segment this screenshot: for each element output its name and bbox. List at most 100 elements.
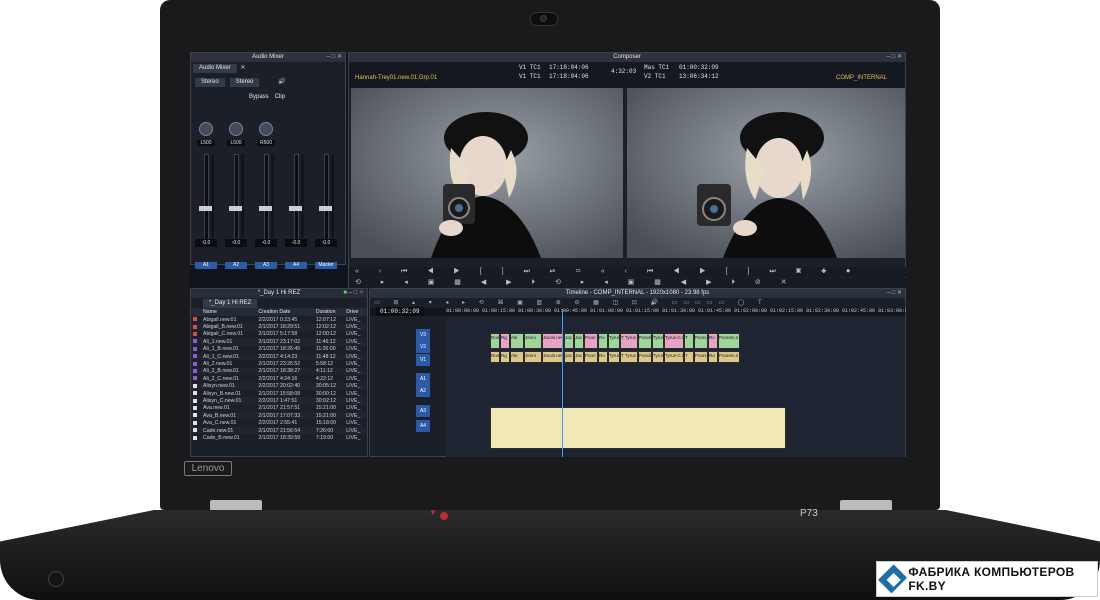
audio-clip[interactable]: Tyrus [652, 351, 664, 363]
bin-row[interactable]: Cade_B.new.01 2/1/2017 18:39:59 7:19:00 LIV… [191, 434, 367, 441]
fader-track[interactable] [294, 154, 299, 240]
bin-row[interactable]: Ali_1_B.new.01 2/1/2017 18:26:45 11:36:00 L… [191, 346, 367, 353]
video-clip[interactable]: Jac [564, 333, 574, 349]
track-label[interactable]: A3 [416, 405, 430, 417]
channel-label[interactable]: A3 [255, 262, 277, 269]
fader-handle[interactable] [229, 206, 242, 212]
tab-bin[interactable]: *_Day 1 Hi REZ [203, 299, 258, 308]
audio-clip[interactable]: Ponoln [638, 351, 652, 363]
bin-row[interactable]: Cade.new.01 2/1/2017 21:56:54 7:26:00 LIVE_ [191, 426, 367, 435]
bin-row[interactable]: Ali_2_B.new.01 2/1/2017 18:38:27 4:11:12 LI… [191, 367, 367, 376]
bin-row[interactable]: Abigail_B.new.01 2/1/2017 18:29:51 12:02:1… [191, 323, 367, 331]
audio-clip[interactable]: Pooni [694, 351, 708, 363]
source-monitor[interactable] [351, 88, 623, 258]
fader-handle[interactable] [199, 206, 212, 212]
fader-track[interactable] [204, 154, 209, 240]
video-clip[interactable]: Jenni [524, 333, 542, 349]
audio-clip[interactable]: Jac [564, 351, 574, 363]
audio-clip-a3-a4[interactable] [490, 407, 786, 449]
video-clip[interactable]: Ro [708, 333, 718, 349]
bin-row[interactable]: Ava.new.01 2/1/2017 21:57:51 15:21:00 LIVE_ [191, 405, 367, 412]
fader-handle[interactable] [319, 206, 332, 212]
bin-row[interactable]: Ali_2.new.01 2/1/2017 23:26:52 5:58:12 LIVE… [191, 360, 367, 367]
video-clip[interactable]: Tyrus [608, 333, 620, 349]
pan-knob[interactable] [259, 122, 273, 136]
bin-row[interactable]: Alisyn.new.01 2/2/2017 20:02:40 30:05:12 LI… [191, 382, 367, 390]
audio-clip[interactable]: Rg [500, 351, 510, 363]
bin-row[interactable]: Ali_2_C.new.01 2/2/2017 4:24:16 4:22:12 LIV… [191, 375, 367, 382]
column-header-drive[interactable]: Drive [344, 308, 367, 316]
bin-row[interactable]: Abigail_C.new.01 2/1/2017 5:17:58 12:00:12… [191, 331, 367, 338]
audio-clip[interactable]: Jac [574, 351, 584, 363]
channel-label[interactable]: Master [315, 262, 337, 269]
clip-button[interactable]: Clip [275, 94, 285, 100]
audio-clip[interactable]: T [684, 351, 694, 363]
fader-track[interactable] [324, 154, 329, 240]
video-clip[interactable]: Rg [500, 333, 510, 349]
track-label[interactable]: V1 [416, 354, 430, 366]
fader-handle[interactable] [259, 206, 272, 212]
bin-row[interactable]: Alisyn_C.new.01 2/2/2017 1:47:51 30:02:12 L… [191, 397, 367, 405]
column-header-duration[interactable]: Duration [313, 308, 345, 316]
bin-row[interactable]: Alisyn_B.new.01 2/1/2017 15:58:08 30:00:12… [191, 390, 367, 397]
timeline-toolbar[interactable]: ▭ ⊞ ▴ ▾ ◂ ▸ ⟲ ⌘ ▣ ▥ ⊕ ⊖ ▦ ◫ ⊡ 🔊 ▭▭▭▭▭ ◯ … [370, 298, 905, 308]
window-controls[interactable]: – □ ✕ [887, 289, 902, 298]
video-clip[interactable]: Ponoln [638, 333, 652, 349]
video-clip[interactable]: Pooni [694, 333, 708, 349]
column-header-date[interactable]: Creation Date [256, 308, 314, 316]
tab-audio-mixer[interactable]: Audio Mixer [193, 64, 237, 73]
audio-clip[interactable]: Jacob.nev [542, 351, 564, 363]
audio-clip[interactable]: Tyrus-C.new [664, 351, 684, 363]
timeline-ruler[interactable]: 01:00:00:00 01:00:15:00 01:00:30:00 01:00:4… [370, 308, 906, 316]
source-clip-name[interactable]: Hannah-Trey01.new.01.Grp.01 [355, 75, 437, 81]
bin-row[interactable]: Ali_1.new.01 2/1/2017 23:17:02 11:46:12 LIV… [191, 338, 367, 346]
close-icon[interactable]: ✕ [240, 65, 245, 71]
timeline-track-area[interactable]: Ron Rg Ale Jenni Jacob.nev Jac Jac Poon Ro Tyrus T… [446, 317, 905, 457]
window-controls[interactable]: ■ – □ ✕ [343, 289, 364, 298]
channel-label[interactable]: A1 [195, 262, 217, 269]
pan-knob[interactable] [229, 122, 243, 136]
pan-knob[interactable] [199, 122, 213, 136]
audio-clip[interactable]: Tyrus [608, 351, 620, 363]
channel-label[interactable]: A4 [285, 262, 307, 269]
video-clip[interactable]: Jacob.nev [542, 333, 564, 349]
bin-row[interactable]: Ali_1_C.new.01 2/2/2017 4:14:23 11:48:12 LI… [191, 352, 367, 361]
track-label[interactable]: A4 [416, 420, 430, 432]
track-label[interactable]: V2 [416, 341, 430, 353]
fader-track[interactable] [264, 154, 269, 240]
sequence-name[interactable]: COMP_INTERNAL [836, 75, 887, 81]
record-monitor[interactable] [627, 88, 905, 258]
playhead[interactable] [562, 309, 563, 457]
stereo-button-b[interactable]: Stereo [229, 78, 260, 87]
bin-row[interactable]: Ava_C.new.01 2/2/2017 2:55:41 15:18:00 LIVE… [191, 419, 367, 426]
stereo-button-a[interactable]: Stereo [195, 78, 225, 87]
video-clip[interactable]: Ro [598, 333, 608, 349]
video-clip[interactable]: Tyrus [652, 333, 664, 349]
bin-row[interactable]: Abigail.new.01 2/2/2017 0:23:45 12:07:12 LI… [191, 316, 367, 323]
video-clip[interactable]: T [684, 333, 694, 349]
audio-clip[interactable]: Poonen.n [718, 351, 740, 363]
video-clip[interactable]: Ron [490, 333, 500, 349]
track-label[interactable]: A1 [416, 373, 430, 385]
video-clip[interactable]: Tyrus-C.new [664, 333, 684, 349]
video-clip[interactable]: Jac [574, 333, 584, 349]
audio-clip[interactable]: Ro [598, 351, 608, 363]
audio-clip[interactable]: Ale [510, 351, 524, 363]
column-header[interactable] [191, 308, 201, 316]
transport-controls-bottom[interactable]: ⟲ ▸ ◂ ▣ ▦ ◀ ▶ ⏵ ⟲ ▸ ◂ ▣ ▦ ◀ ▶ ⏵ ⊘ ✕ [349, 278, 906, 288]
fader-track[interactable] [234, 154, 239, 240]
audio-clip[interactable]: Ron [490, 351, 500, 363]
transport-controls-top[interactable]: « ‹ ⏮ ◀ ▶ [ ] ⏭ ⏯ ▭ « ‹ ⏮ ◀ ▶ [ ] ⏭ ▣ ✚ … [349, 267, 906, 277]
video-clip[interactable]: Ale [510, 333, 524, 349]
window-controls[interactable]: – □ ✕ [327, 53, 342, 62]
fader-handle[interactable] [289, 206, 302, 212]
audio-clip[interactable]: Jenni [524, 351, 542, 363]
bypass-button[interactable]: Bypass [249, 94, 269, 100]
video-clip[interactable]: Poonen.n [718, 333, 740, 349]
video-clip[interactable]: Poon [584, 333, 598, 349]
audio-clip[interactable]: Ro [708, 351, 718, 363]
column-header-name[interactable]: Name [201, 308, 257, 316]
window-controls[interactable]: – □ ✕ [887, 53, 902, 62]
bin-row[interactable]: Ava_B.new.01 2/1/2017 17:07:33 15:21:00 LIV… [191, 412, 367, 420]
audio-clip[interactable]: T Tyrus [620, 351, 638, 363]
